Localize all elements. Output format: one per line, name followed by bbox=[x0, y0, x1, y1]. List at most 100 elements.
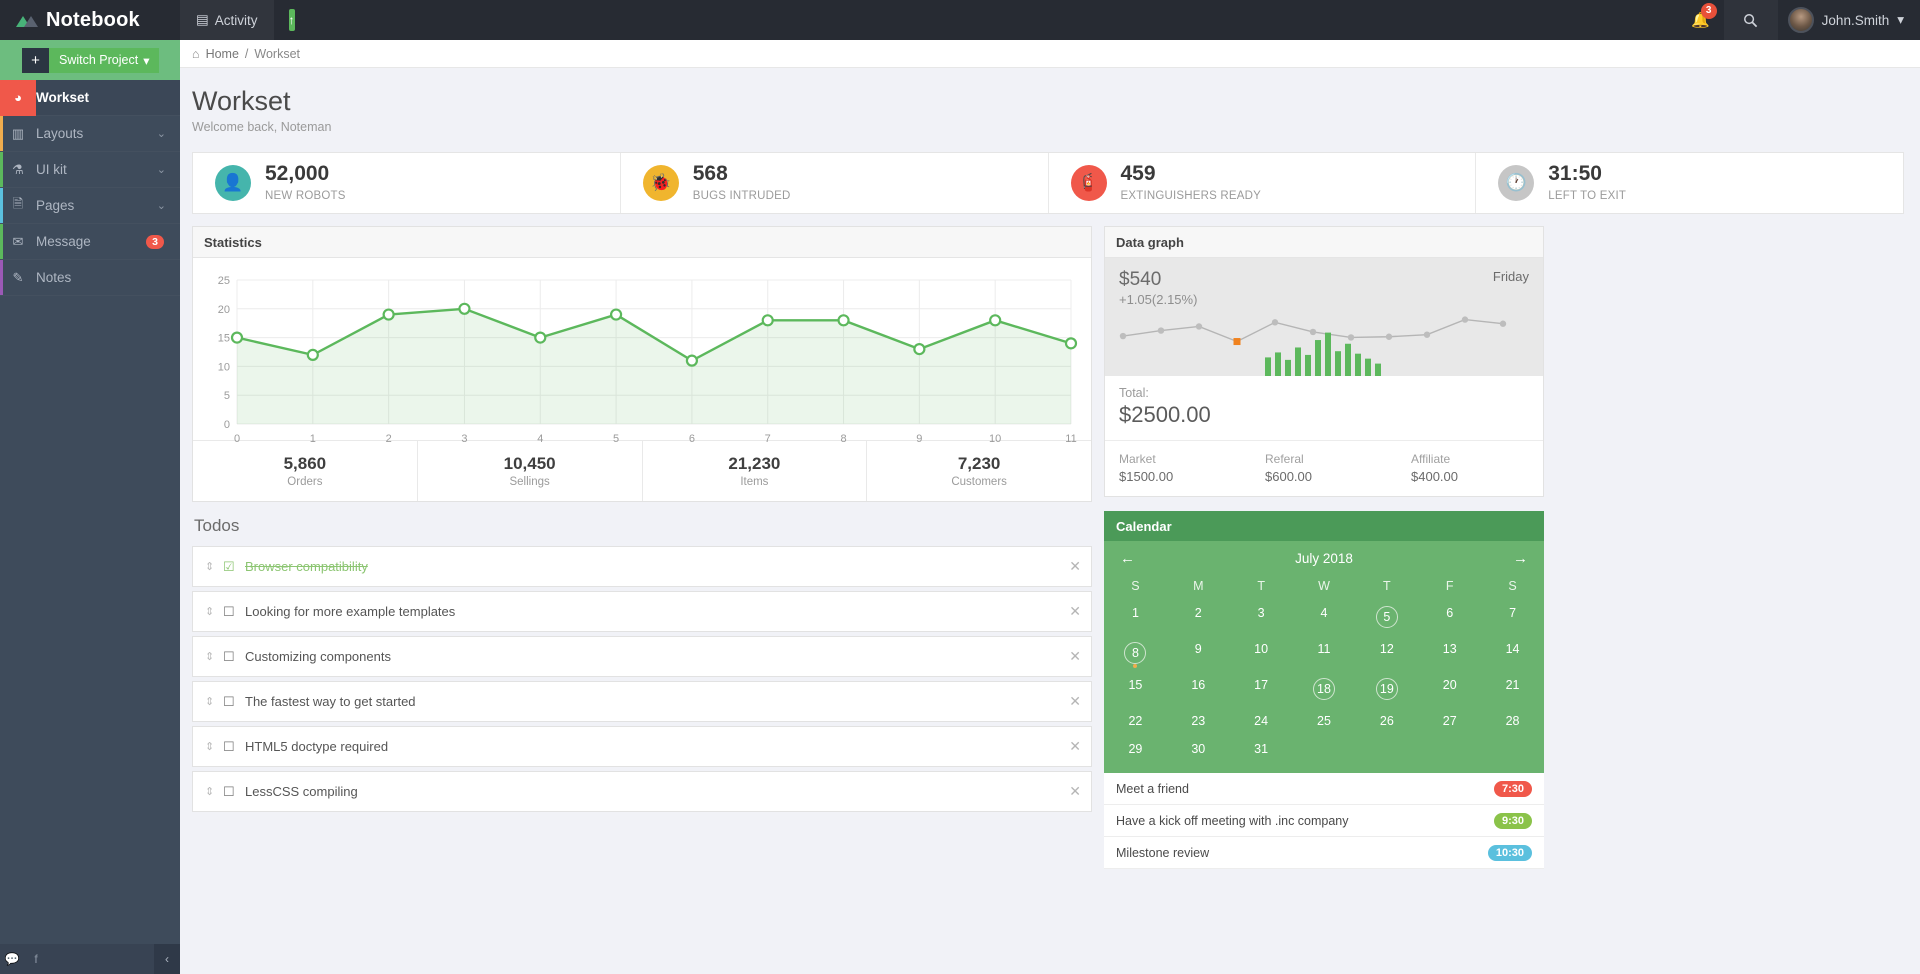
todo-checkbox[interactable]: ☐ bbox=[223, 604, 245, 620]
drag-handle-icon[interactable]: ⇕ bbox=[205, 695, 223, 708]
close-icon[interactable]: ✕ bbox=[1069, 648, 1081, 665]
switch-project-button[interactable]: Switch Project ▾ bbox=[49, 47, 160, 73]
data-graph-price: $540 bbox=[1119, 269, 1162, 290]
calendar-day[interactable]: 19 bbox=[1355, 671, 1418, 707]
calendar-day[interactable]: 14 bbox=[1481, 635, 1544, 671]
drag-handle-icon[interactable]: ⇕ bbox=[205, 650, 223, 663]
sidebar-item-workset[interactable]: ◕ Workset bbox=[0, 79, 180, 116]
calendar-day[interactable]: 30 bbox=[1167, 735, 1230, 763]
calendar-day[interactable]: 24 bbox=[1230, 707, 1293, 735]
calendar-prev-button[interactable]: ← bbox=[1120, 550, 1135, 567]
calendar-day[interactable]: 3 bbox=[1230, 599, 1293, 635]
calendar-day[interactable]: 9 bbox=[1167, 635, 1230, 671]
calendar-day[interactable]: 21 bbox=[1481, 671, 1544, 707]
todo-item[interactable]: ⇕ ☐ Looking for more example templates ✕ bbox=[192, 591, 1092, 632]
notifications-button[interactable]: 🔔 3 bbox=[1678, 0, 1724, 40]
calendar-day[interactable]: 27 bbox=[1418, 707, 1481, 735]
accent-bar bbox=[0, 80, 3, 115]
todo-item[interactable]: ⇕ ☑ Browser compatibility ✕ bbox=[192, 546, 1092, 587]
close-icon[interactable]: ✕ bbox=[1069, 558, 1081, 575]
todo-item[interactable]: ⇕ ☐ Customizing components ✕ bbox=[192, 636, 1092, 677]
top-navbar: Notebook ▤ Activity ↑ 🔔 3 John.Smith ▾ bbox=[0, 0, 1920, 40]
calendar-day[interactable]: 23 bbox=[1167, 707, 1230, 735]
calendar-event[interactable]: Have a kick off meeting with .inc compan… bbox=[1104, 805, 1544, 837]
facebook-icon[interactable]: f bbox=[24, 944, 48, 974]
calendar-day[interactable]: 20 bbox=[1418, 671, 1481, 707]
calendar-nav: ← July 2018 → bbox=[1104, 547, 1544, 573]
todos-title: Todos bbox=[194, 516, 240, 535]
calendar-day[interactable]: 16 bbox=[1167, 671, 1230, 707]
brand[interactable]: Notebook bbox=[0, 0, 180, 40]
calendar-day[interactable]: 5 bbox=[1355, 599, 1418, 635]
calendar-day-number: 25 bbox=[1317, 714, 1331, 728]
sidebar-item-layouts[interactable]: ▥ Layouts ⌄ bbox=[0, 116, 180, 152]
calendar-event[interactable]: Milestone review 10:30 bbox=[1104, 837, 1544, 869]
todo-checkbox[interactable]: ☐ bbox=[223, 694, 245, 710]
calendar-day[interactable]: 6 bbox=[1418, 599, 1481, 635]
calendar-next-button[interactable]: → bbox=[1513, 550, 1528, 567]
calendar-day[interactable]: 22 bbox=[1104, 707, 1167, 735]
sidebar-item-notes[interactable]: ✎ Notes bbox=[0, 260, 180, 296]
calendar-day[interactable]: 8 bbox=[1104, 635, 1167, 671]
todo-checkbox[interactable]: ☐ bbox=[223, 739, 245, 755]
stat-value: 21,230 bbox=[728, 454, 781, 473]
calendar-day[interactable]: 18 bbox=[1293, 671, 1356, 707]
user-menu[interactable]: John.Smith ▾ bbox=[1778, 0, 1920, 40]
drag-handle-icon[interactable]: ⇕ bbox=[205, 740, 223, 753]
todo-item[interactable]: ⇕ ☐ LessCSS compiling ✕ bbox=[192, 771, 1092, 812]
kpi-label: EXTINGUISHERS READY bbox=[1120, 189, 1262, 202]
todo-checkbox[interactable]: ☐ bbox=[223, 649, 245, 665]
calendar-day[interactable]: 29 bbox=[1104, 735, 1167, 763]
calendar-day[interactable]: 1 bbox=[1104, 599, 1167, 635]
chevron-down-icon: ⌄ bbox=[156, 200, 166, 212]
calendar-day[interactable]: 11 bbox=[1293, 635, 1356, 671]
sidebar-item-label: Notes bbox=[36, 270, 72, 285]
calendar-day[interactable]: 15 bbox=[1104, 671, 1167, 707]
sidebar-item-message[interactable]: ✉ Message 3 bbox=[0, 224, 180, 260]
breakdown-affiliate: Affiliate $400.00 bbox=[1397, 452, 1543, 484]
close-icon[interactable]: ✕ bbox=[1069, 693, 1081, 710]
add-project-button[interactable]: + bbox=[22, 47, 49, 73]
calendar-day[interactable]: 10 bbox=[1230, 635, 1293, 671]
calendar-day[interactable]: 25 bbox=[1293, 707, 1356, 735]
accent-bar bbox=[0, 188, 3, 223]
drag-handle-icon[interactable]: ⇕ bbox=[205, 605, 223, 618]
calendar-day-number: 5 bbox=[1375, 606, 1398, 628]
todo-checkbox[interactable]: ☐ bbox=[223, 784, 245, 800]
calendar-day[interactable]: 17 bbox=[1230, 671, 1293, 707]
nav-item-upload[interactable]: ↑ bbox=[274, 0, 310, 40]
calendar-day-number: 18 bbox=[1312, 678, 1335, 700]
sidebar-item-ui-kit[interactable]: ⚗ UI kit ⌄ bbox=[0, 152, 180, 188]
sidebar-item-pages[interactable]: 🗎 Pages ⌄ bbox=[0, 188, 180, 224]
calendar-day[interactable]: 26 bbox=[1355, 707, 1418, 735]
svg-text:0: 0 bbox=[234, 433, 240, 445]
calendar-day[interactable]: 31 bbox=[1230, 735, 1293, 763]
drag-handle-icon[interactable]: ⇕ bbox=[205, 785, 223, 798]
calendar-day-number: 27 bbox=[1442, 714, 1457, 728]
home-icon: ⌂ bbox=[192, 46, 200, 61]
calendar-day[interactable]: 4 bbox=[1293, 599, 1356, 635]
accent-bar bbox=[0, 152, 3, 187]
sidebar-item-label: Layouts bbox=[36, 126, 84, 141]
breadcrumb-home[interactable]: Home bbox=[206, 47, 239, 61]
calendar-day[interactable]: 12 bbox=[1355, 635, 1418, 671]
close-icon[interactable]: ✕ bbox=[1069, 783, 1081, 800]
kpi-left-to-exit: 🕐 31:50 LEFT TO EXIT bbox=[1476, 153, 1903, 213]
close-icon[interactable]: ✕ bbox=[1069, 603, 1081, 620]
close-icon[interactable]: ✕ bbox=[1069, 738, 1081, 755]
calendar-event-time: 10:30 bbox=[1487, 844, 1532, 861]
collapse-sidebar-button[interactable]: ‹ bbox=[154, 944, 180, 974]
drag-handle-icon[interactable]: ⇕ bbox=[205, 560, 223, 573]
building-icon: ▤ bbox=[196, 12, 209, 27]
todo-item[interactable]: ⇕ ☐ The fastest way to get started ✕ bbox=[192, 681, 1092, 722]
calendar-event[interactable]: Meet a friend 7:30 bbox=[1104, 773, 1544, 805]
calendar-day[interactable]: 2 bbox=[1167, 599, 1230, 635]
todo-checkbox[interactable]: ☑ bbox=[223, 559, 245, 575]
todo-item[interactable]: ⇕ ☐ HTML5 doctype required ✕ bbox=[192, 726, 1092, 767]
calendar-day[interactable]: 7 bbox=[1481, 599, 1544, 635]
chat-icon[interactable]: 💬 bbox=[0, 944, 24, 974]
calendar-day[interactable]: 13 bbox=[1418, 635, 1481, 671]
search-button[interactable] bbox=[1723, 0, 1778, 40]
calendar-day[interactable]: 28 bbox=[1481, 707, 1544, 735]
nav-item-activity[interactable]: ▤ Activity bbox=[180, 0, 274, 40]
